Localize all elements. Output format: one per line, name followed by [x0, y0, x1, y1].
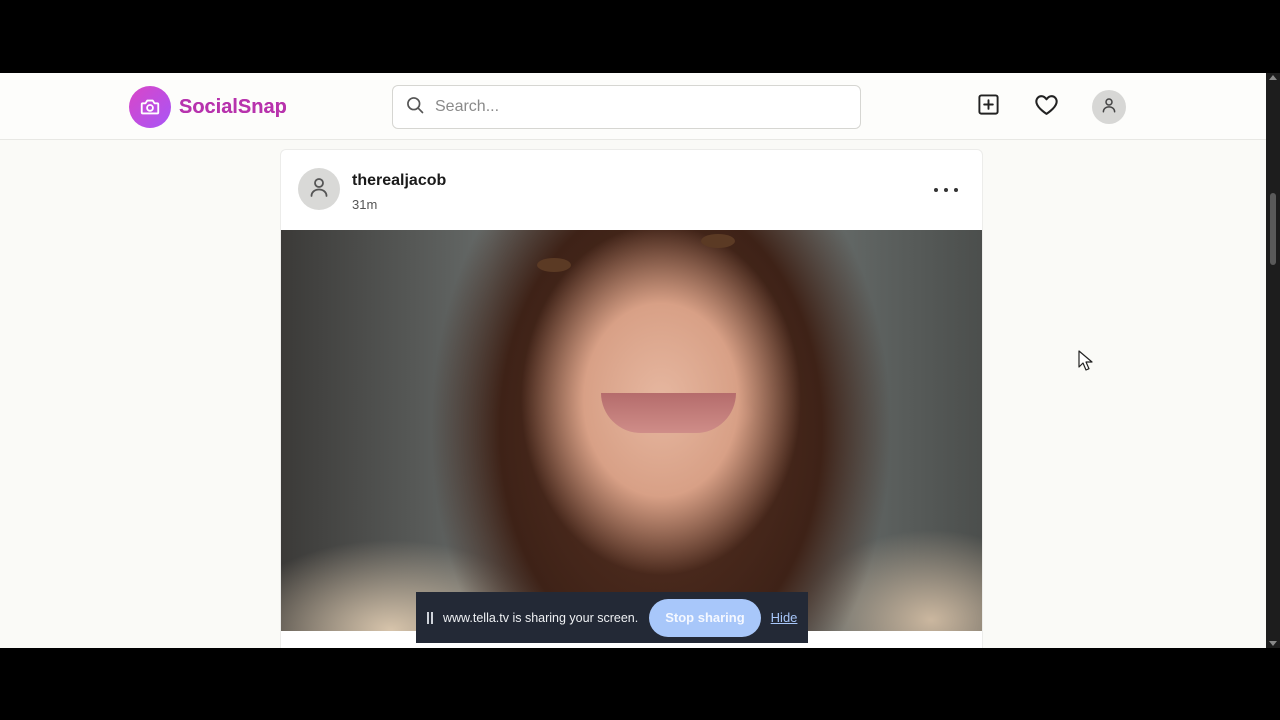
top-navbar: SocialSnap: [0, 73, 1266, 140]
more-horizontal-icon[interactable]: [934, 180, 958, 200]
post-image[interactable]: [281, 230, 982, 631]
screen-share-bar: www.tella.tv is sharing your screen. Sto…: [416, 592, 808, 643]
stop-sharing-button[interactable]: Stop sharing: [649, 598, 761, 637]
scroll-down-icon[interactable]: [1269, 641, 1277, 646]
scrollbar-thumb[interactable]: [1270, 193, 1276, 265]
camera-icon: [129, 86, 171, 128]
notifications-button[interactable]: [1034, 95, 1058, 119]
search-bar[interactable]: [392, 85, 861, 129]
brand-name: SocialSnap: [179, 95, 287, 118]
scroll-up-icon[interactable]: [1269, 75, 1277, 80]
image-detail-eye: [701, 234, 735, 248]
mouse-cursor-icon: [1078, 350, 1094, 377]
image-detail-smile: [601, 393, 736, 433]
user-icon: [307, 175, 331, 204]
brand-logo[interactable]: SocialSnap: [129, 86, 287, 128]
post-author-avatar[interactable]: [298, 168, 340, 210]
user-icon: [1100, 96, 1118, 119]
search-input[interactable]: [435, 98, 835, 116]
page-scrollbar[interactable]: [1266, 73, 1280, 648]
profile-button[interactable]: [1092, 90, 1126, 124]
drag-handle-icon[interactable]: [427, 611, 433, 624]
search-icon: [405, 95, 425, 120]
create-post-button[interactable]: [976, 93, 1000, 121]
post-timestamp: 31m: [352, 197, 378, 212]
hide-share-bar-link[interactable]: Hide: [771, 610, 798, 625]
heart-icon: [1034, 93, 1059, 121]
post-author-username[interactable]: therealjacob: [352, 172, 446, 190]
post-header: therealjacob 31m: [281, 150, 982, 230]
image-detail-eye: [537, 258, 571, 272]
plus-square-icon: [977, 93, 1000, 121]
screen-share-message: www.tella.tv is sharing your screen.: [443, 610, 639, 625]
post-card: therealjacob 31m: [280, 149, 983, 648]
